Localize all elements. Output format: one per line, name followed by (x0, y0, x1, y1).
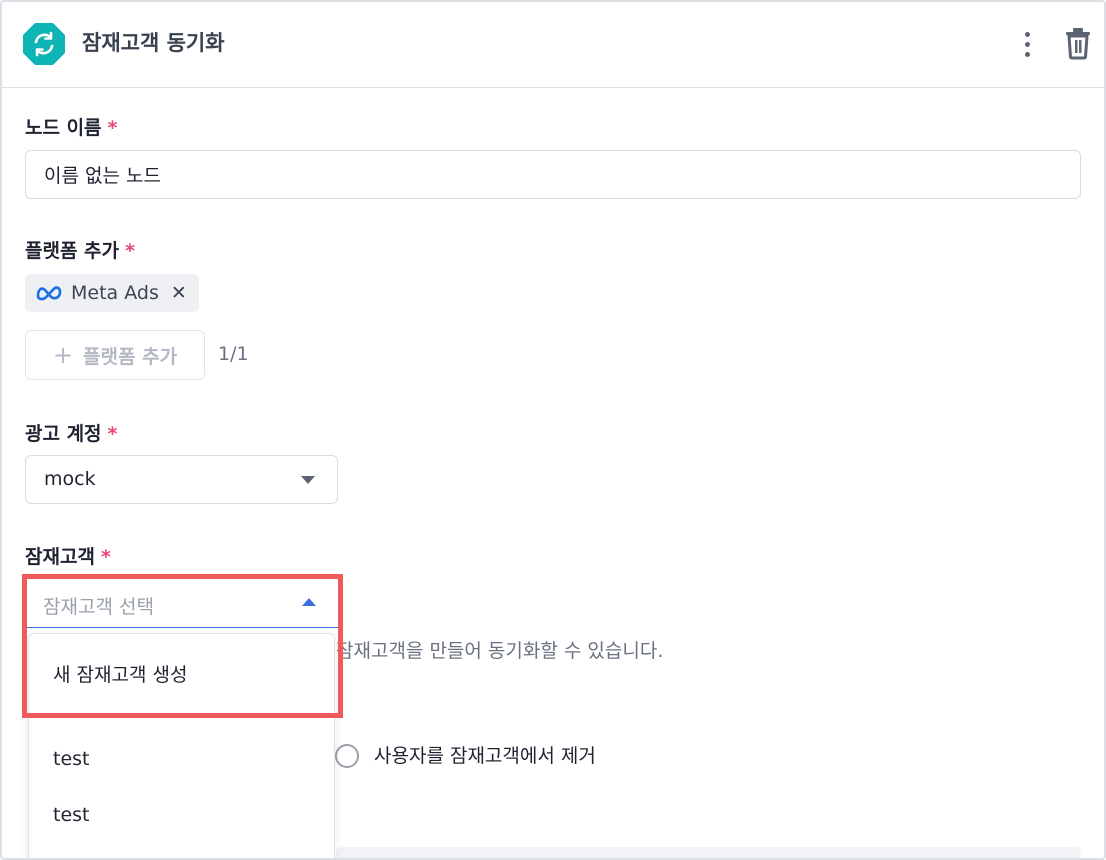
trash-icon[interactable] (1062, 26, 1094, 60)
node-name-label: 노드 이름 * (25, 117, 118, 139)
caret-up-icon (302, 598, 316, 606)
audience-option[interactable]: test (53, 802, 90, 828)
platform-count: 1/1 (218, 343, 249, 365)
required-mark: * (107, 117, 118, 139)
panel-header: 잠재고객 동기화 (2, 2, 1104, 88)
ad-account-select[interactable]: mock (25, 455, 338, 504)
audience-helper-text: 잠재고객을 만들어 동기화할 수 있습니다. (336, 640, 664, 662)
ad-account-value: mock (44, 468, 96, 490)
remove-users-radio[interactable] (335, 744, 359, 768)
panel-title: 잠재고객 동기화 (82, 31, 225, 55)
caret-down-icon (301, 476, 315, 484)
audience-placeholder: 잠재고객 선택 (43, 596, 154, 618)
required-mark: * (107, 423, 118, 445)
add-platform-button[interactable]: + 플랫폼 추가 (25, 330, 205, 380)
sync-icon (23, 23, 65, 65)
node-settings-panel: 잠재고객 동기화 노드 이름* 플랫폼 추가* Meta Ads ✕ + 플랫폼… (0, 0, 1106, 860)
required-mark: * (100, 546, 111, 568)
audience-option[interactable]: test (53, 746, 90, 772)
more-options-icon[interactable] (1012, 28, 1042, 60)
create-audience-option[interactable]: 새 잠재고객 생성 (53, 662, 187, 688)
platform-chip-label: Meta Ads (71, 282, 159, 304)
meta-logo-icon (36, 286, 62, 301)
audience-select[interactable]: 잠재고객 선택 (25, 580, 338, 628)
remove-chip-icon[interactable]: ✕ (171, 282, 187, 304)
plus-icon: + (52, 341, 74, 369)
remove-users-radio-label[interactable]: 사용자를 잠재고객에서 제거 (374, 743, 596, 769)
platform-chip-meta-ads: Meta Ads ✕ (25, 274, 199, 312)
node-name-input[interactable] (25, 150, 1081, 199)
add-platform-label: 플랫폼 추가 (83, 345, 178, 368)
ad-account-label: 광고 계정 * (25, 423, 118, 445)
audience-label: 잠재고객 * (25, 546, 111, 568)
platform-label: 플랫폼 추가 * (25, 240, 135, 262)
audience-dropdown-menu: 새 잠재고객 생성 test test (28, 633, 335, 858)
bottom-section (336, 847, 1081, 858)
required-mark: * (125, 240, 135, 262)
